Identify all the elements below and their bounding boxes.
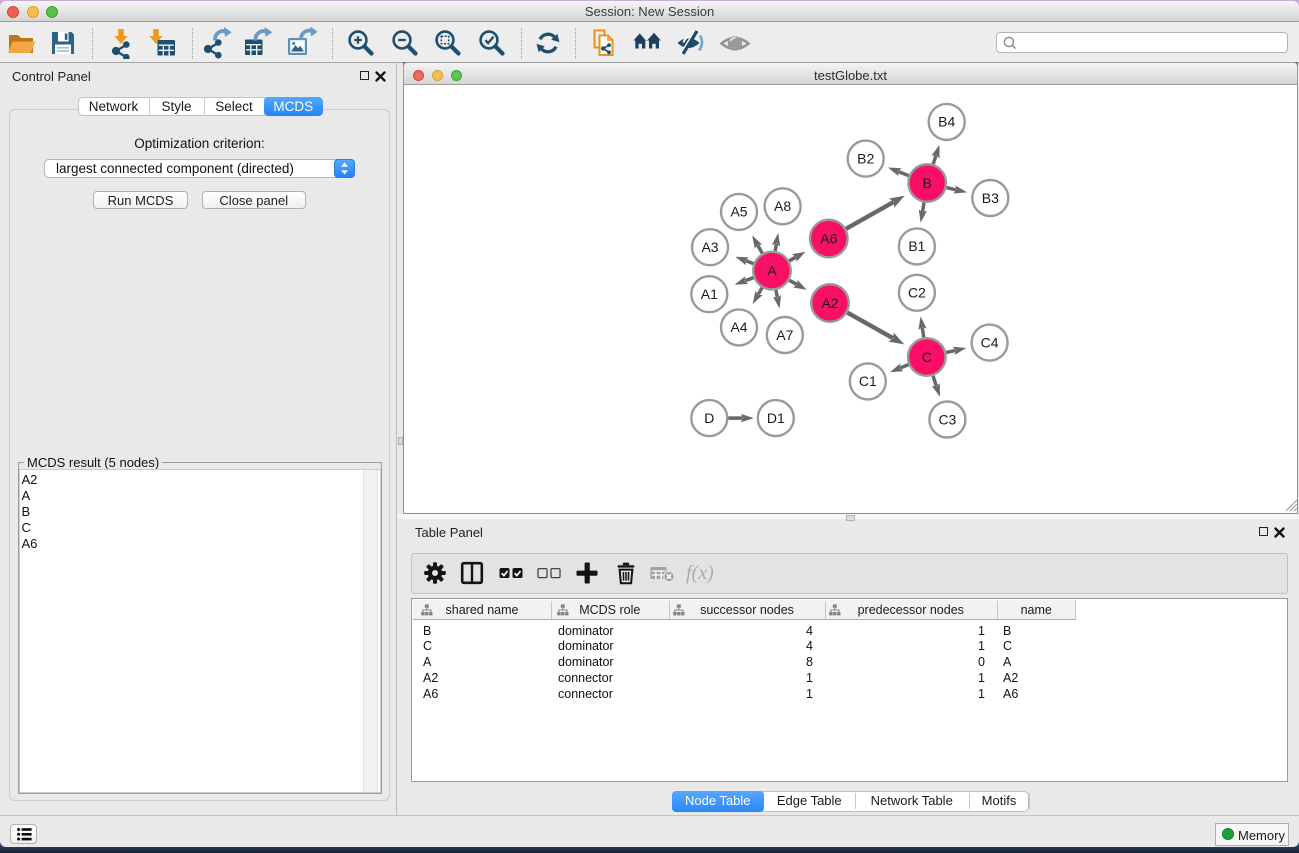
svg-text:A: A	[767, 262, 777, 278]
svg-text:A4: A4	[730, 319, 747, 335]
svg-text:A2: A2	[821, 295, 838, 311]
svg-text:B: B	[923, 175, 932, 191]
svg-text:B4: B4	[938, 114, 955, 130]
svg-text:D: D	[704, 410, 714, 426]
svg-text:C2: C2	[908, 285, 926, 301]
svg-text:B3: B3	[982, 190, 999, 206]
svg-text:B2: B2	[857, 150, 874, 166]
svg-text:C3: C3	[938, 411, 956, 427]
svg-text:A1: A1	[701, 286, 718, 302]
svg-text:C4: C4	[981, 334, 999, 350]
svg-text:A8: A8	[774, 198, 791, 214]
svg-text:A6: A6	[820, 230, 837, 246]
svg-text:C: C	[922, 349, 932, 365]
svg-text:B1: B1	[908, 238, 925, 254]
svg-text:C1: C1	[859, 373, 877, 389]
svg-text:A3: A3	[701, 239, 718, 255]
svg-text:A5: A5	[730, 204, 747, 220]
svg-text:D1: D1	[767, 410, 785, 426]
svg-text:A7: A7	[776, 327, 793, 343]
